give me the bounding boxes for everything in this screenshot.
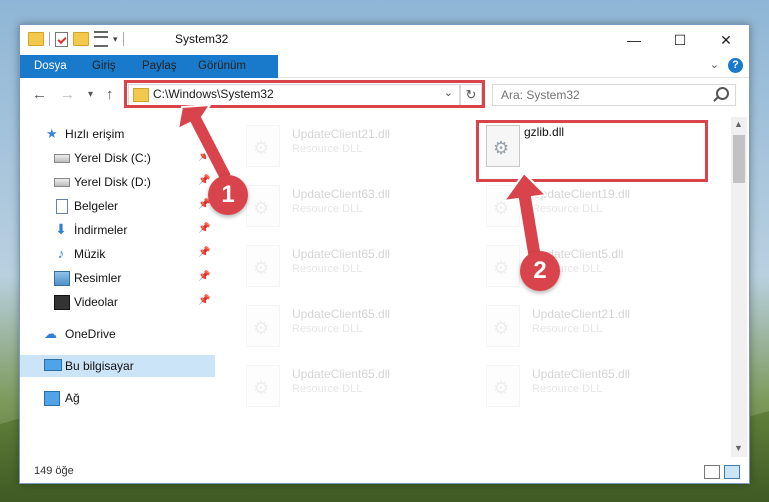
step-2-badge: 2 [520,251,560,291]
arrow-1-icon [176,103,234,183]
file-explorer-window: ▾ System32 — ☐ ✕ Dosya Giriş Paylaş Görü… [19,24,750,484]
arrow-2-icon [501,171,549,261]
annotation-arrows [176,103,549,261]
step-1-badge: 1 [208,175,248,215]
